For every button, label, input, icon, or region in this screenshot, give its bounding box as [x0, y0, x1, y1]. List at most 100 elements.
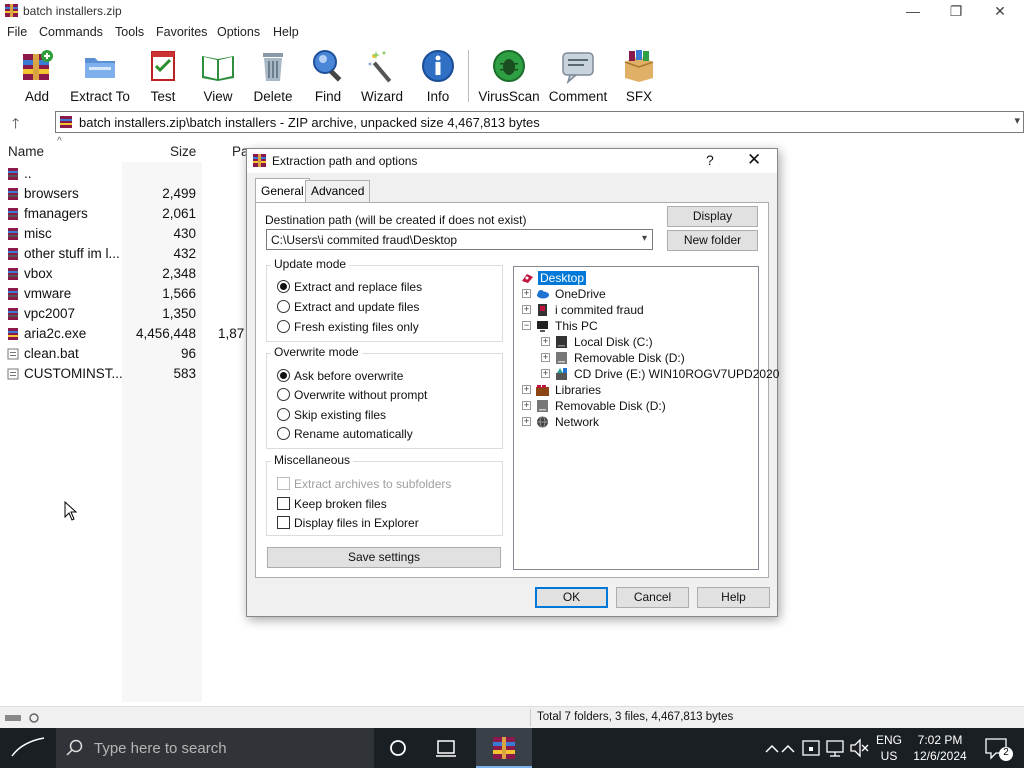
menu-options[interactable]: Options	[217, 25, 260, 39]
info-button[interactable]: Info	[418, 46, 458, 104]
file-list-row[interactable]: browsers 2,499	[0, 184, 250, 204]
expand-icon[interactable]: +	[522, 289, 531, 298]
collapse-icon[interactable]: −	[522, 321, 531, 330]
radio-fresh-existing[interactable]: Fresh existing files only	[277, 319, 477, 335]
chevron-down-icon[interactable]: ▾	[642, 233, 647, 244]
add-button[interactable]: Add	[14, 46, 60, 104]
close-window-button[interactable]: ✕	[977, 0, 1023, 22]
file-list-row[interactable]: vbox 2,348	[0, 264, 250, 284]
wizard-button[interactable]: Wizard	[359, 46, 405, 104]
radio-indicator[interactable]	[277, 388, 290, 401]
toolbar: Add Extract To Test View Delete Find Wiz…	[0, 44, 1024, 106]
delete-button[interactable]: Delete	[251, 46, 295, 104]
radio-indicator[interactable]	[277, 300, 290, 313]
dialog-close-button[interactable]: ✕	[747, 150, 761, 170]
menu-commands[interactable]: Commands	[39, 25, 103, 39]
file-list-row[interactable]: CUSTOMINST... 583	[0, 364, 250, 384]
volume-tray-button[interactable]	[848, 728, 870, 768]
expand-icon[interactable]: +	[522, 305, 531, 314]
archive-path-field[interactable]: batch installers.zip\batch installers - …	[55, 111, 1024, 133]
tree-item-libraries-label: Libraries	[555, 383, 602, 397]
file-list-row[interactable]: aria2c.exe 4,456,448 1,87	[0, 324, 250, 344]
chevron-down-icon[interactable]: ▾	[1014, 114, 1020, 127]
file-list-row[interactable]: fmanagers 2,061	[0, 204, 250, 224]
tray-app-icon[interactable]	[800, 728, 822, 768]
display-button[interactable]: Display	[667, 206, 758, 227]
clock[interactable]: 7:02 PM 12/6/2024	[908, 728, 972, 768]
radio-indicator[interactable]	[277, 320, 290, 333]
radio-overwrite-without-prompt[interactable]: Overwrite without prompt	[277, 387, 477, 403]
radio-indicator[interactable]	[277, 427, 290, 440]
cortana-button[interactable]	[374, 728, 422, 768]
file-list-row[interactable]: vpc2007 1,350	[0, 304, 250, 324]
ok-button[interactable]: OK	[535, 587, 608, 608]
destination-path-combo[interactable]: C:\Users\i commited fraud\Desktop ▾	[266, 229, 653, 250]
file-list-row[interactable]: misc 430	[0, 224, 250, 244]
file-size: 2,061	[162, 206, 196, 221]
find-icon	[313, 50, 342, 82]
folder-tree[interactable]: Desktop + OneDrive + i commited fraud − …	[513, 266, 779, 570]
menu-tools[interactable]: Tools	[115, 25, 144, 39]
extract-to-button[interactable]: Extract To	[68, 46, 132, 104]
radio-indicator[interactable]	[277, 408, 290, 421]
taskbar-search-box[interactable]: Type here to search	[56, 728, 374, 768]
network-tray-button[interactable]	[824, 728, 846, 768]
file-list-row[interactable]: ..	[0, 164, 250, 184]
expand-icon[interactable]: +	[522, 401, 531, 410]
archive-folder-icon	[8, 308, 18, 320]
expand-icon[interactable]: +	[522, 417, 531, 426]
menu-favorites[interactable]: Favorites	[156, 25, 207, 39]
volume-muted-icon	[850, 738, 869, 758]
checkbox-display-in-explorer[interactable]: Display files in Explorer	[277, 515, 477, 531]
checkbox-indicator[interactable]	[277, 516, 290, 529]
checkbox-extract-to-subfolders[interactable]: Extract archives to subfolders	[277, 476, 477, 492]
new-folder-button[interactable]: New folder	[667, 230, 758, 251]
expand-icon[interactable]: +	[541, 337, 550, 346]
help-button[interactable]: Help	[697, 587, 770, 608]
sort-indicator-icon: ^	[57, 136, 62, 147]
radio-skip-existing[interactable]: Skip existing files	[277, 407, 477, 423]
radio-ask-before-overwrite[interactable]: Ask before overwrite	[277, 368, 477, 384]
radio-indicator[interactable]	[277, 280, 290, 293]
column-header-name[interactable]: Name	[8, 144, 44, 159]
tab-general[interactable]: General	[255, 178, 310, 202]
task-view-button[interactable]	[422, 728, 470, 768]
maximize-button[interactable]: ❐	[933, 0, 979, 22]
expand-icon[interactable]: +	[541, 369, 550, 378]
virusscan-button[interactable]: VirusScan	[478, 46, 540, 104]
checkbox-keep-broken-files[interactable]: Keep broken files	[277, 496, 477, 512]
language-code: ENG	[875, 733, 902, 747]
action-center-button[interactable]: 2	[978, 728, 1018, 768]
checkbox-indicator[interactable]	[277, 477, 290, 490]
menu-help[interactable]: Help	[273, 25, 299, 39]
file-packed-size: 1,87	[218, 326, 245, 341]
menu-file[interactable]: File	[7, 25, 27, 39]
file-list-row[interactable]: clean.bat 96	[0, 344, 250, 364]
radio-rename-automatically[interactable]: Rename automatically	[277, 426, 477, 442]
sfx-button[interactable]: SFX	[618, 46, 660, 104]
column-header-size[interactable]: Size	[170, 144, 196, 159]
start-button[interactable]	[0, 728, 56, 768]
radio-indicator[interactable]	[277, 369, 290, 382]
view-button[interactable]: View	[196, 46, 240, 104]
expand-icon[interactable]: +	[522, 385, 531, 394]
expand-icon[interactable]: +	[541, 353, 550, 362]
checkbox-indicator[interactable]	[277, 497, 290, 510]
cancel-button[interactable]: Cancel	[616, 587, 689, 608]
minimize-button[interactable]: —	[890, 0, 936, 22]
radio-extract-replace[interactable]: Extract and replace files	[277, 279, 477, 295]
language-indicator[interactable]: ENG US	[872, 728, 906, 768]
test-button[interactable]: Test	[144, 46, 182, 104]
up-folder-button[interactable]: 🡑	[12, 113, 19, 137]
tab-advanced[interactable]: Advanced	[305, 180, 371, 202]
find-button[interactable]: Find	[308, 46, 348, 104]
file-name: vbox	[24, 266, 53, 281]
dialog-help-button[interactable]: ?	[706, 152, 714, 168]
show-hidden-icons[interactable]	[778, 728, 798, 768]
comment-button[interactable]: Comment	[548, 46, 608, 104]
save-settings-button[interactable]: Save settings	[267, 547, 501, 568]
file-list-row[interactable]: other stuff im l... 432	[0, 244, 250, 264]
file-list-row[interactable]: vmware 1,566	[0, 284, 250, 304]
winrar-taskbar-button[interactable]	[476, 728, 532, 768]
radio-extract-update[interactable]: Extract and update files	[277, 299, 477, 315]
